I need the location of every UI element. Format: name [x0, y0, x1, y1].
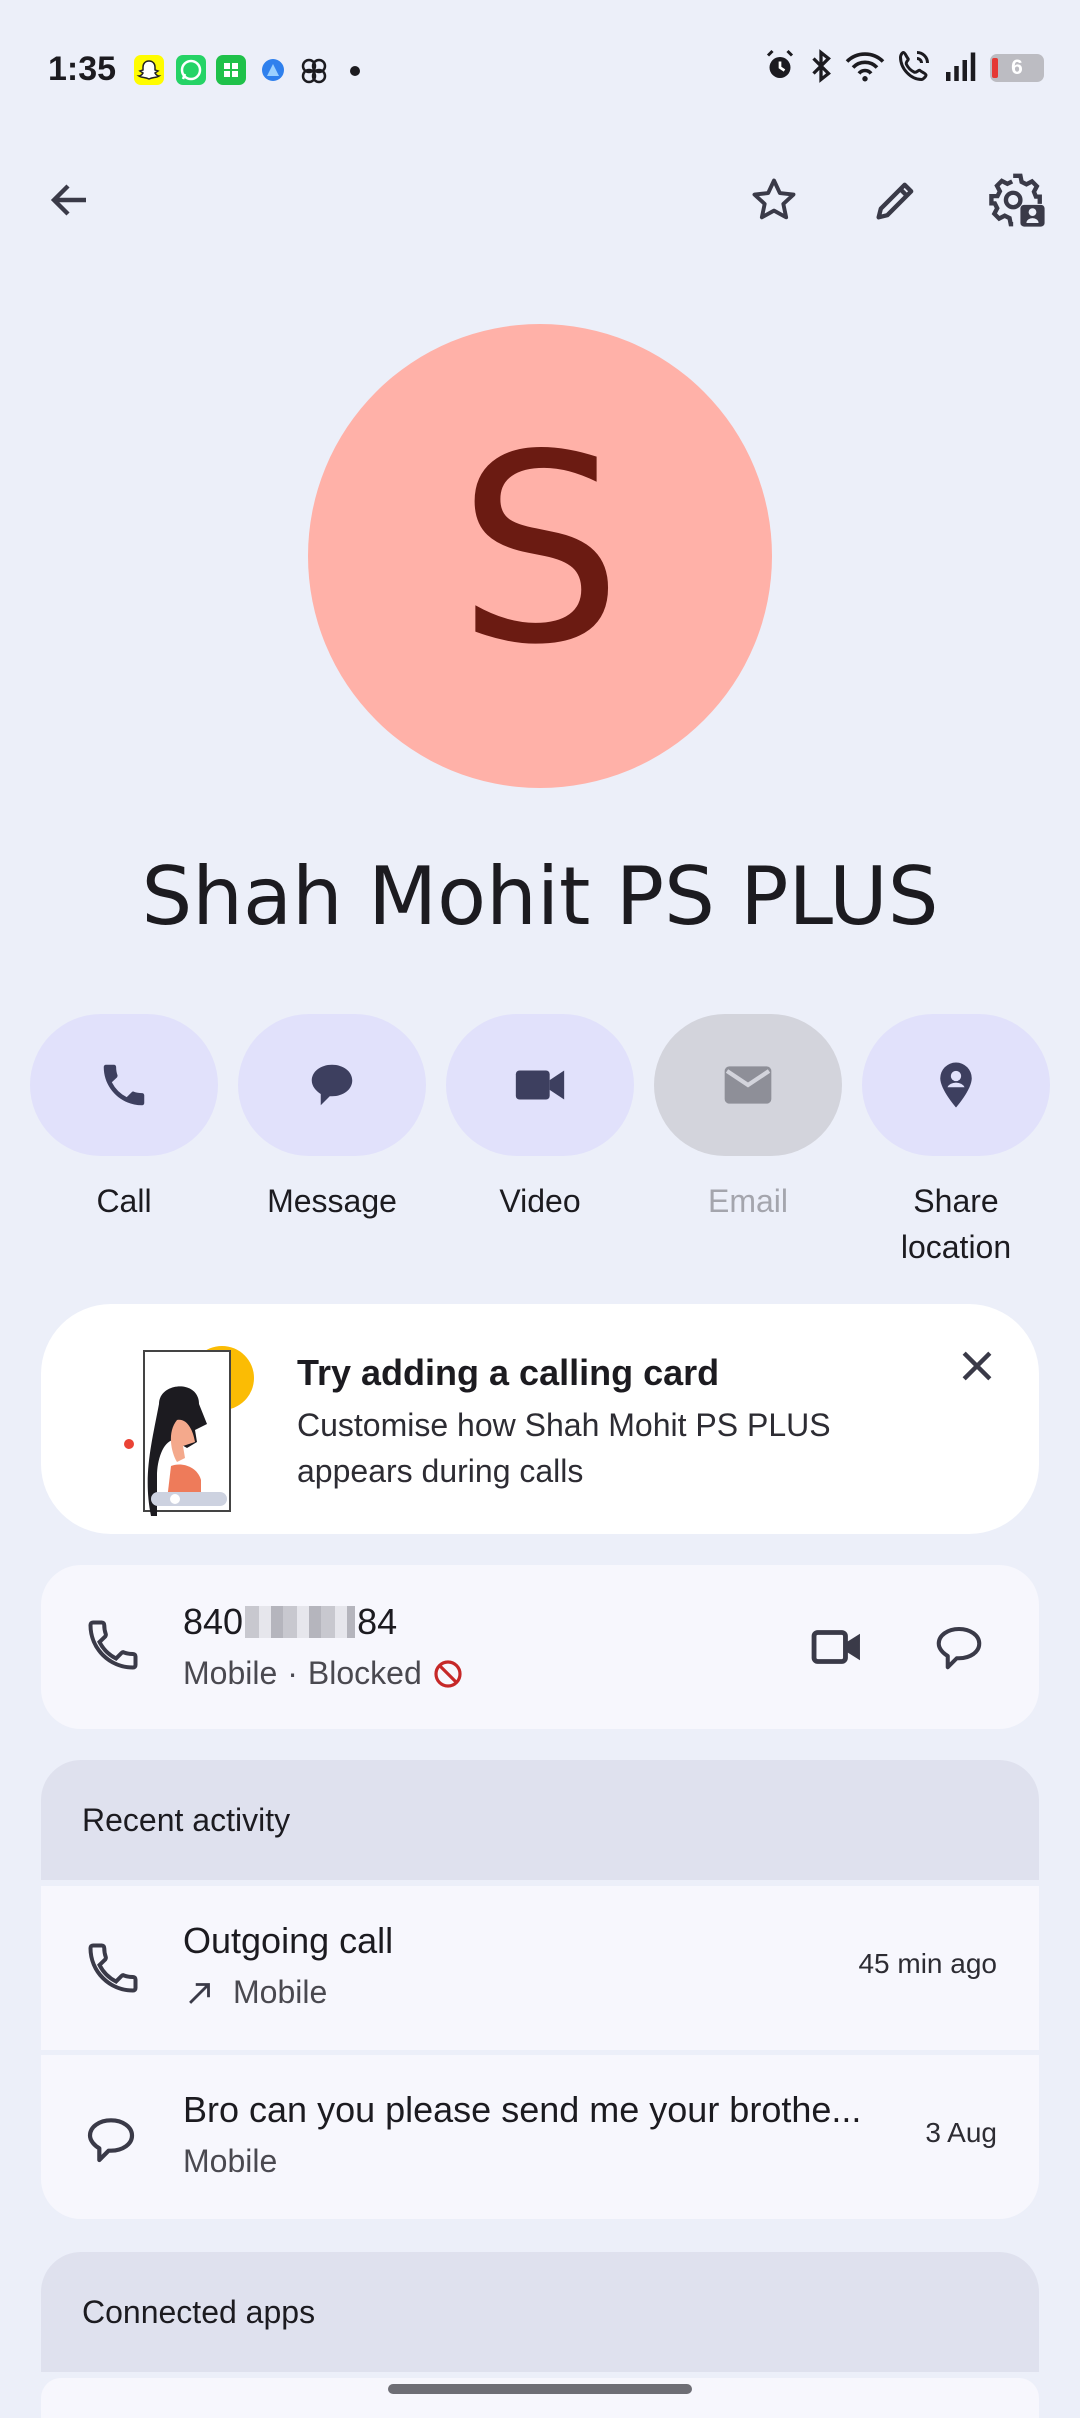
- activity-title: Outgoing call: [183, 1920, 394, 1961]
- edit-button[interactable]: [856, 160, 936, 240]
- activity-time: 3 Aug: [925, 2117, 997, 2148]
- activity-sub-label: Mobile: [183, 2143, 278, 2179]
- status-time: 1:35: [48, 50, 117, 88]
- wifi-icon: [844, 48, 886, 89]
- call-button[interactable]: [30, 1014, 218, 1156]
- send-message-button[interactable]: [919, 1607, 999, 1687]
- activity-sub-label: Mobile: [233, 1974, 328, 2010]
- blocked-icon: [434, 1659, 462, 1688]
- outgoing-arrow-icon: [189, 1982, 210, 2004]
- calling-card-title: Try adding a calling card: [297, 1352, 720, 1393]
- battery-icon: 6: [990, 54, 1044, 82]
- settings-icon: [989, 173, 1045, 227]
- email-icon: [724, 1066, 772, 1104]
- phone-number-redacted: [245, 1606, 356, 1638]
- contact-avatar: S: [308, 324, 772, 788]
- activity-title: Bro can you please send me your brothe..…: [183, 2089, 862, 2130]
- calling-card-illustration: [81, 1324, 271, 1524]
- recent-activity-title: Recent activity: [82, 1802, 291, 1838]
- star-icon: [752, 178, 796, 220]
- call-label: Call: [96, 1183, 152, 1219]
- email-label: Email: [707, 1183, 788, 1219]
- contact-name: Shah Mohit PS PLUS: [141, 850, 939, 943]
- avatar-initial: S: [457, 400, 623, 702]
- status-bar: 1:35 6: [0, 0, 1080, 130]
- signal-icon: [942, 48, 980, 89]
- phone-number-row[interactable]: 840 84 Mobile · Blocked: [41, 1565, 1039, 1729]
- message-icon: [83, 2111, 143, 2171]
- share-location-action[interactable]: Share location: [862, 1014, 1050, 1270]
- browser-icon: [258, 55, 288, 85]
- wifi-call-icon: [896, 48, 932, 89]
- phone-type: Mobile: [183, 1655, 278, 1691]
- call-action[interactable]: Call: [30, 1014, 218, 1224]
- email-action[interactable]: Email: [654, 1014, 842, 1224]
- video-call-button[interactable]: [797, 1607, 877, 1687]
- phone-number[interactable]: 840 84: [183, 1601, 397, 1643]
- back-arrow-icon: [50, 184, 86, 216]
- phone-icon: [83, 1938, 143, 1998]
- phone-icon: [83, 1615, 143, 1675]
- edit-icon: [876, 182, 914, 220]
- activity-row-outgoing-call[interactable]: Outgoing call Mobile 45 min ago: [41, 1886, 1039, 2050]
- video-button[interactable]: [446, 1014, 634, 1156]
- back-button[interactable]: [30, 160, 110, 240]
- system-status-icons: 6: [762, 48, 1044, 88]
- close-icon: [962, 1351, 992, 1381]
- more-dot-icon: [350, 66, 360, 76]
- phone-number-end: 84: [357, 1601, 398, 1642]
- video-icon: [811, 1630, 860, 1664]
- video-icon: [515, 1070, 565, 1100]
- calling-card-promo[interactable]: Try adding a calling card Customise how …: [41, 1304, 1039, 1534]
- message-action[interactable]: Message: [238, 1014, 426, 1224]
- separator: ·: [287, 1655, 298, 1691]
- email-button[interactable]: [654, 1014, 842, 1156]
- contact-settings-button[interactable]: [978, 160, 1058, 240]
- favorite-button[interactable]: [734, 160, 814, 240]
- message-button[interactable]: [238, 1014, 426, 1156]
- app-icon: [216, 55, 246, 85]
- activity-subtitle: Mobile: [183, 1974, 327, 2011]
- bluetooth-icon: [808, 48, 834, 89]
- video-action[interactable]: Video: [446, 1014, 634, 1224]
- home-indicator[interactable]: [388, 2384, 692, 2394]
- battery-level: 6: [1011, 56, 1023, 79]
- video-label: Video: [499, 1183, 581, 1219]
- blocked-status: Blocked: [307, 1655, 422, 1691]
- phone-number-details: Mobile · Blocked: [183, 1655, 464, 1692]
- share-location-label: Share location: [900, 1183, 1012, 1265]
- share-location-button[interactable]: [862, 1014, 1050, 1156]
- alarm-icon: [762, 48, 798, 89]
- phone-icon: [103, 1064, 145, 1106]
- activity-time: 45 min ago: [858, 1948, 997, 1979]
- location-pin-icon: [940, 1062, 972, 1108]
- message-label: Message: [267, 1183, 397, 1219]
- pinwheel-icon: [298, 55, 328, 85]
- dismiss-calling-card-button[interactable]: [937, 1326, 1017, 1406]
- activity-subtitle: Mobile: [183, 2143, 277, 2180]
- whatsapp-icon: [176, 55, 206, 85]
- connected-apps-title: Connected apps: [82, 2294, 316, 2330]
- snapchat-icon: [134, 55, 164, 85]
- message-icon: [311, 1064, 353, 1106]
- activity-row-message[interactable]: Bro can you please send me your brothe..…: [41, 2055, 1039, 2219]
- phone-number-start: 840: [183, 1601, 244, 1642]
- calling-card-description: Customise how Shah Mohit PS PLUS appears…: [297, 1407, 831, 1489]
- message-icon: [936, 1626, 982, 1670]
